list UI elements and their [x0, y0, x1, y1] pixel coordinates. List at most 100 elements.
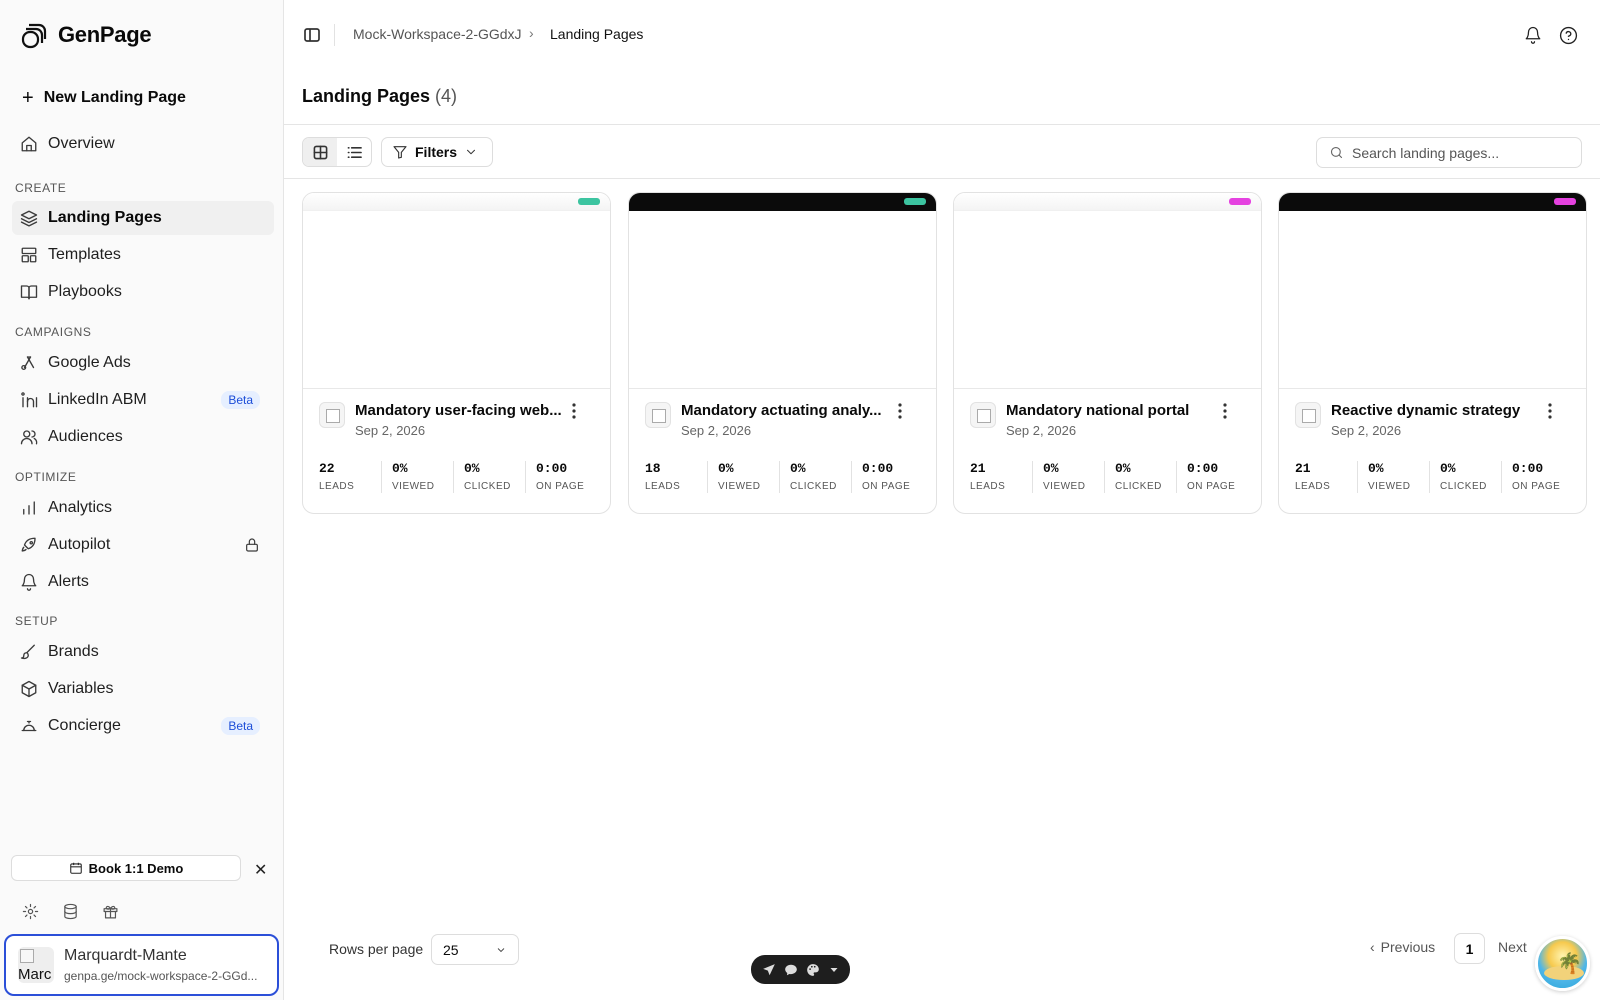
current-page-button[interactable]: 1 — [1454, 933, 1485, 964]
card-stat-label: ON PAGE — [1512, 481, 1561, 492]
floating-toolbar[interactable] — [751, 955, 850, 984]
chevron-down-icon — [497, 947, 505, 952]
landing-page-card[interactable]: Mandatory user-facing web... Sep 2, 2026… — [302, 192, 611, 514]
sidebar-item-google-ads[interactable]: Google Ads — [12, 346, 274, 380]
palette-icon[interactable] — [806, 963, 820, 977]
thumbnail-chip — [1554, 198, 1576, 205]
sidebar-item-alerts[interactable]: Alerts — [12, 565, 274, 599]
card-thumbnail[interactable] — [1279, 193, 1586, 389]
sidebar-item-label: Overview — [48, 135, 115, 152]
card-stat-value: 0:00 — [862, 461, 894, 476]
gift-icon[interactable] — [102, 903, 119, 920]
card-stat: 22 LEADS — [319, 461, 381, 493]
card-date: Sep 2, 2026 — [1331, 423, 1402, 438]
notifications-bell-icon[interactable] — [1524, 26, 1542, 44]
sidebar-item-brands[interactable]: Brands — [12, 635, 274, 669]
more-vertical-icon — [898, 403, 902, 419]
card-texts: Mandatory actuating analy... Sep 2, 2026 — [681, 402, 891, 438]
thumbnail-chip — [578, 198, 600, 205]
chat-bubble-icon[interactable] — [784, 963, 798, 977]
next-page-button[interactable]: Next — [1498, 939, 1527, 955]
chevron-down-icon[interactable] — [828, 964, 840, 976]
sidebar-item-playbooks[interactable]: Playbooks — [12, 275, 274, 309]
card-texts: Mandatory national portal Sep 2, 2026 — [1006, 402, 1216, 438]
card-title[interactable]: Mandatory actuating analy... — [681, 402, 891, 419]
sidebar-item-linkedin-abm[interactable]: LinkedIn ABM Beta — [12, 383, 274, 417]
landing-page-card[interactable]: Mandatory national portal Sep 2, 2026 21… — [953, 192, 1262, 514]
settings-icon[interactable] — [22, 903, 39, 920]
page-count: (4) — [435, 86, 458, 106]
sidebar-item-label: Brands — [48, 643, 99, 660]
card-stat: 0% VIEWED — [1357, 461, 1429, 493]
card-texts: Reactive dynamic strategy Sep 2, 2026 — [1331, 402, 1541, 438]
rows-per-page-label: Rows per page — [329, 941, 424, 957]
workspace-switcher[interactable]: Marc Marquardt-Mante genpa.ge/mock-works… — [4, 934, 279, 996]
previous-label: Previous — [1380, 939, 1436, 955]
card-title[interactable]: Reactive dynamic strategy — [1331, 402, 1541, 419]
close-icon[interactable]: ✕ — [254, 860, 267, 880]
card-thumbnail[interactable] — [303, 193, 610, 389]
sidebar-item-autopilot[interactable]: Autopilot — [12, 528, 274, 562]
book-demo-button[interactable]: Book 1:1 Demo — [11, 855, 241, 881]
card-title[interactable]: Mandatory national portal — [1006, 402, 1216, 419]
previous-page-button[interactable]: ‹ Previous — [1370, 939, 1435, 955]
card-date: Sep 2, 2026 — [1006, 423, 1077, 438]
users-icon — [20, 430, 38, 445]
favicon-image — [319, 402, 345, 428]
card-stat: 0% CLICKED — [1104, 461, 1176, 493]
assistant-avatar-button[interactable]: 🌴 — [1535, 936, 1590, 991]
card-stat-value: 0:00 — [1187, 461, 1219, 476]
bar-chart-icon — [23, 501, 35, 515]
sidebar-item-audiences[interactable]: Audiences — [12, 420, 274, 454]
sidebar-item-analytics[interactable]: Analytics — [12, 491, 274, 525]
breadcrumb-workspace[interactable]: Mock-Workspace-2-GGdxJ — [353, 26, 522, 42]
landing-page-card[interactable]: Reactive dynamic strategy Sep 2, 2026 21… — [1278, 192, 1587, 514]
sidebar-item-label: Google Ads — [48, 354, 131, 371]
card-stat: 0% CLICKED — [1429, 461, 1501, 493]
card-stat-label: VIEWED — [1043, 481, 1086, 492]
filter-icon — [393, 146, 407, 159]
card-stat-value: 0% — [392, 461, 408, 476]
toggle-sidebar-icon[interactable] — [304, 28, 320, 42]
search-input[interactable] — [1352, 144, 1572, 161]
divider — [284, 178, 1600, 179]
landing-page-card[interactable]: Mandatory actuating analy... Sep 2, 2026… — [628, 192, 937, 514]
card-stat-label: VIEWED — [718, 481, 761, 492]
send-icon[interactable] — [762, 963, 776, 977]
thumbnail-header-bar — [629, 193, 936, 211]
card-title[interactable]: Mandatory user-facing web... — [355, 402, 565, 419]
card-stat-label: LEADS — [1295, 481, 1331, 492]
rows-per-page-value: 25 — [443, 941, 459, 958]
card-thumbnail[interactable] — [629, 193, 936, 389]
home-icon — [21, 136, 37, 152]
favicon-image — [970, 402, 996, 428]
sidebar-item-variables[interactable]: Variables — [12, 672, 274, 706]
more-options-button[interactable] — [898, 403, 914, 421]
grid-view-button[interactable] — [303, 138, 337, 166]
card-texts: Mandatory user-facing web... Sep 2, 2026 — [355, 402, 565, 438]
list-view-button[interactable] — [337, 138, 371, 166]
card-stats: 21 LEADS 0% VIEWED 0% CLICKED 0:00 ON PA… — [1295, 461, 1577, 493]
card-stat-value: 0:00 — [1512, 461, 1544, 476]
sidebar-item-landing-pages[interactable]: Landing Pages — [12, 201, 274, 235]
beta-badge: Beta — [221, 717, 260, 735]
help-circle-icon[interactable] — [1559, 26, 1578, 45]
sidebar-item-overview[interactable]: Overview — [12, 127, 274, 161]
more-options-button[interactable] — [572, 403, 588, 421]
divider — [334, 24, 335, 46]
card-stat-value: 0% — [1368, 461, 1384, 476]
card-stat-label: ON PAGE — [536, 481, 585, 492]
card-date: Sep 2, 2026 — [681, 423, 752, 438]
new-landing-page-button[interactable]: + New Landing Page — [12, 82, 274, 114]
more-options-button[interactable] — [1223, 403, 1239, 421]
more-options-button[interactable] — [1548, 403, 1564, 421]
sidebar-item-concierge[interactable]: Concierge Beta — [12, 709, 274, 743]
rows-per-page-select[interactable]: 25 — [431, 934, 519, 965]
sidebar-item-label: Autopilot — [48, 536, 111, 553]
database-icon[interactable] — [62, 903, 79, 920]
card-thumbnail[interactable] — [954, 193, 1261, 389]
sidebar-utility-icons — [22, 903, 119, 920]
app-logo[interactable]: GenPage — [20, 20, 152, 50]
filters-button[interactable]: Filters — [381, 137, 493, 167]
sidebar-item-templates[interactable]: Templates — [12, 238, 274, 272]
